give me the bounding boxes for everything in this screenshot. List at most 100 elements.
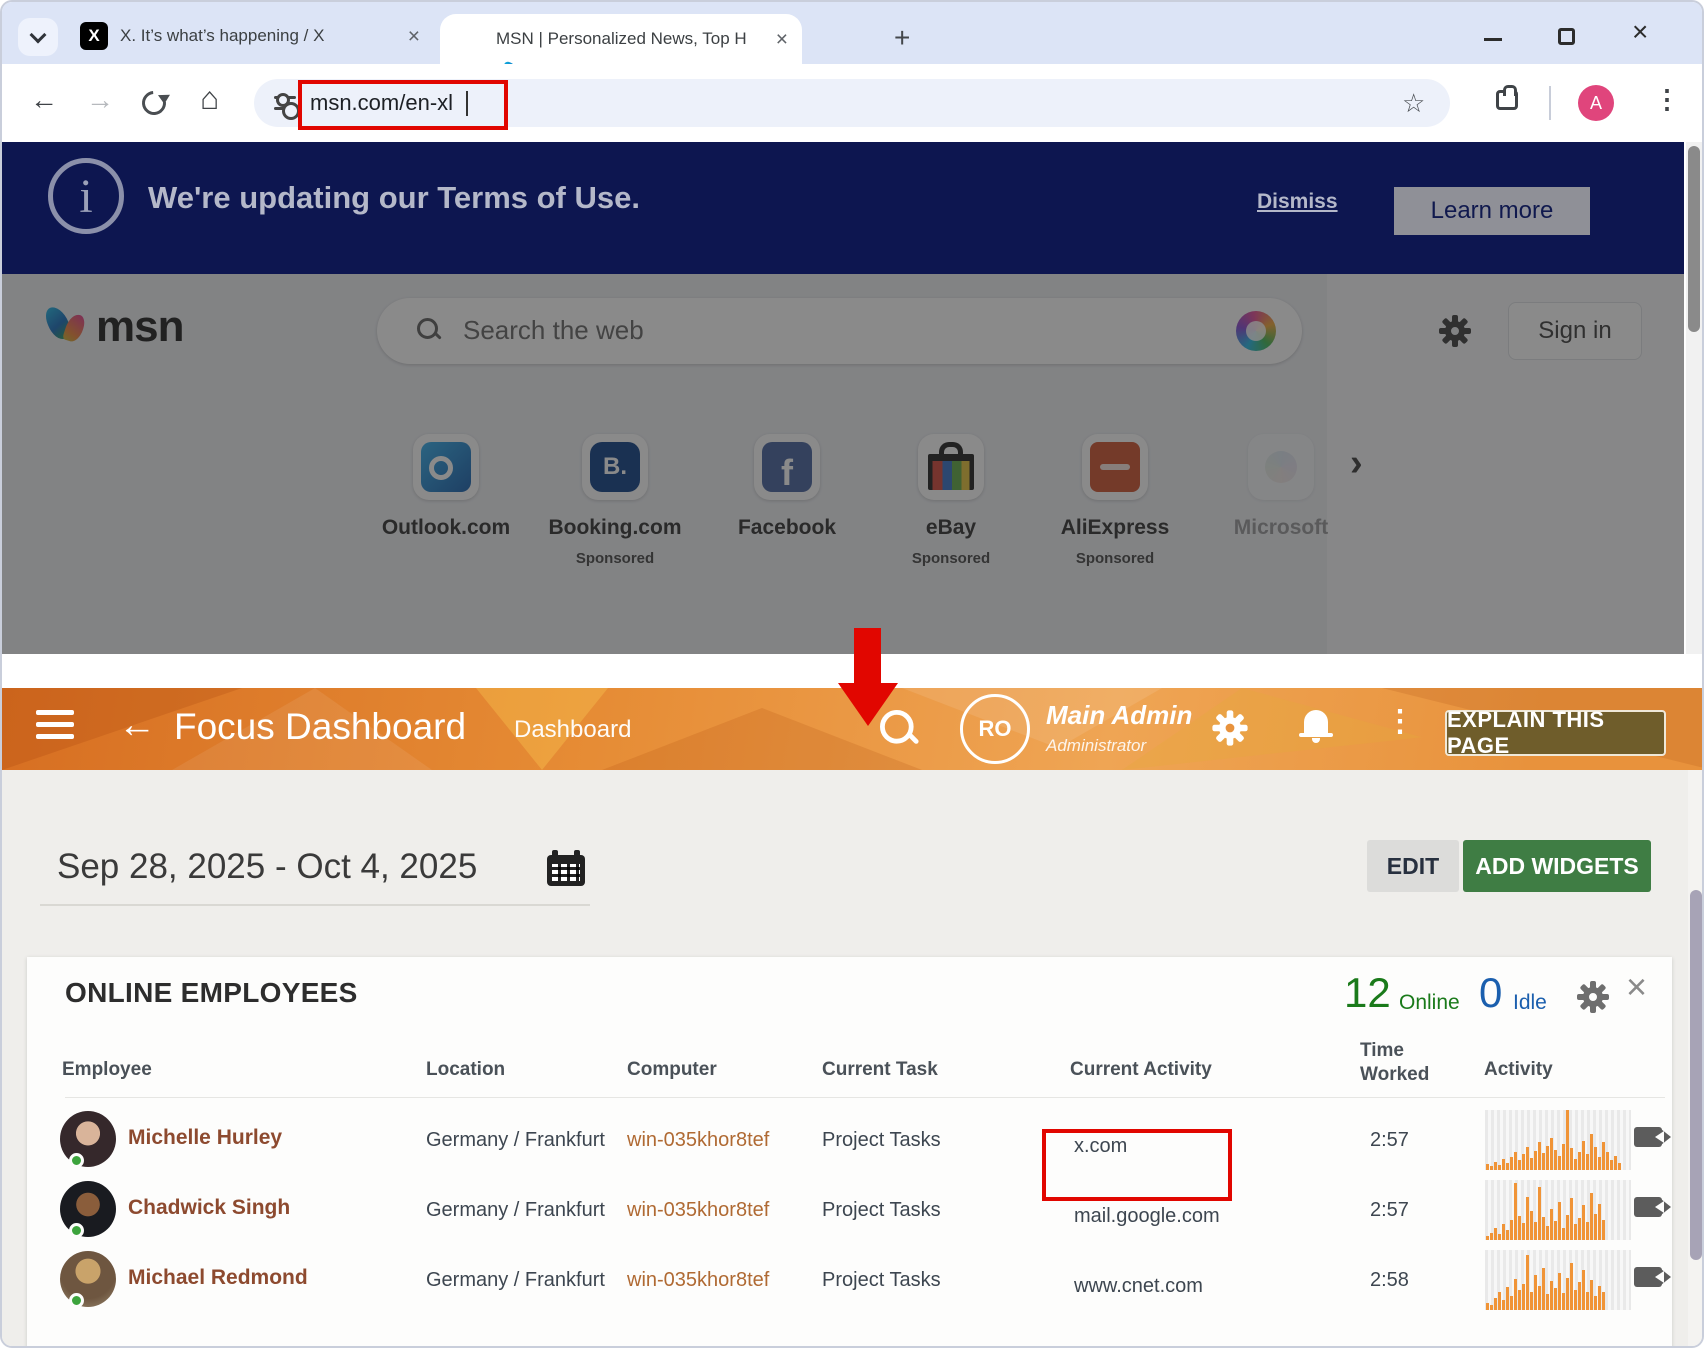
info-icon: i — [48, 158, 124, 234]
column-header: Location — [426, 1059, 505, 1081]
terms-banner: i We're updating our Terms of Use. Dismi… — [2, 142, 1684, 274]
annotation-red-box-url — [298, 80, 508, 130]
online-status-dot — [69, 1293, 84, 1308]
widget-title: ONLINE EMPLOYEES — [65, 977, 358, 1009]
learn-more-button[interactable]: Learn more — [1394, 187, 1590, 235]
activity-sparkline — [1485, 1250, 1631, 1310]
employee-location: Germany / Frankfurt — [426, 1199, 605, 1222]
time-worked: 2:58 — [1370, 1269, 1409, 1292]
idle-count: 0 — [1479, 969, 1502, 1017]
column-header: Activity — [1484, 1059, 1553, 1081]
online-count: 12 — [1344, 969, 1391, 1017]
employee-name[interactable]: Michelle Hurley — [128, 1126, 282, 1150]
calendar-icon[interactable] — [547, 850, 585, 886]
tab-strip: X X. It’s what’s happening / X × MSN | P… — [2, 2, 1704, 64]
column-header: Time Worked — [1360, 1039, 1445, 1087]
column-header: Current Activity — [1070, 1059, 1212, 1081]
browser-menu-icon[interactable]: ⋮ — [1654, 84, 1680, 115]
site-settings-icon[interactable] — [274, 93, 296, 113]
annotation-red-arrow — [854, 628, 881, 684]
bookmark-star-icon[interactable]: ☆ — [1402, 88, 1425, 119]
forward-icon[interactable]: → — [86, 86, 114, 114]
banner-message: We're updating our Terms of Use. — [148, 180, 640, 216]
current-activity: mail.google.com — [1074, 1205, 1220, 1228]
video-camera-icon[interactable] — [1634, 1127, 1662, 1147]
current-task: Project Tasks — [822, 1129, 941, 1152]
menu-hamburger-icon[interactable] — [36, 710, 74, 740]
back-arrow-icon[interactable]: ← — [118, 706, 156, 744]
edit-button[interactable]: EDIT — [1367, 840, 1459, 892]
maximize-button[interactable] — [1558, 28, 1575, 45]
dismiss-link[interactable]: Dismiss — [1257, 190, 1338, 214]
online-employees-widget: ONLINE EMPLOYEES 12 Online 0 Idle × Empl… — [27, 957, 1672, 1348]
employee-computer[interactable]: win-035khor8tef — [627, 1199, 769, 1222]
tab-title: X. It’s what’s happening / X — [120, 26, 324, 46]
table-row[interactable]: Michael Redmond Germany / Frankfurt win-… — [27, 1245, 1672, 1315]
table-row[interactable]: Michelle Hurley Germany / Frankfurt win-… — [27, 1105, 1672, 1175]
tab-title: MSN | Personalized News, Top H — [496, 29, 747, 49]
activity-sparkline — [1485, 1110, 1631, 1170]
minimize-button[interactable] — [1484, 38, 1502, 41]
tab-x[interactable]: X X. It’s what’s happening / X × — [70, 14, 430, 58]
explain-this-page-button[interactable]: EXPLAIN THIS PAGE — [1445, 710, 1666, 756]
employee-location: Germany / Frankfurt — [426, 1269, 605, 1292]
date-range-picker[interactable]: Sep 28, 2025 - Oct 4, 2025 — [57, 847, 477, 887]
online-label: Online — [1399, 991, 1460, 1015]
table-row[interactable]: Chadwick Singh Germany / Frankfurt win-0… — [27, 1175, 1672, 1245]
toolbar-divider — [1549, 86, 1551, 120]
activity-sparkline — [1485, 1180, 1631, 1240]
employee-location: Germany / Frankfurt — [426, 1129, 605, 1152]
user-avatar[interactable]: RO — [960, 694, 1030, 764]
idle-label: Idle — [1513, 991, 1547, 1015]
employee-computer[interactable]: win-035khor8tef — [627, 1269, 769, 1292]
screenshot-root: X X. It’s what’s happening / X × MSN | P… — [0, 0, 1704, 1348]
x-logo-icon: X — [80, 22, 108, 50]
dashboard-settings-gear-icon[interactable] — [1214, 712, 1247, 745]
tab-close-icon[interactable]: × — [408, 26, 420, 47]
annotation-red-arrow-head — [838, 683, 898, 726]
home-icon[interactable]: ⌂ — [200, 82, 219, 114]
tab-search-button[interactable] — [18, 18, 58, 56]
back-icon[interactable]: ← — [30, 86, 58, 114]
online-status-dot — [69, 1153, 84, 1168]
video-camera-icon[interactable] — [1634, 1267, 1662, 1287]
current-activity: www.cnet.com — [1074, 1275, 1203, 1298]
video-camera-icon[interactable] — [1634, 1197, 1662, 1217]
browser-scrollbar[interactable] — [1686, 142, 1702, 654]
dashboard-title: Focus Dashboard — [174, 706, 466, 748]
current-task: Project Tasks — [822, 1199, 941, 1222]
add-widgets-button[interactable]: ADD WIDGETS — [1463, 840, 1651, 892]
notifications-bell-icon[interactable] — [1299, 708, 1333, 742]
dashboard-scrollbar-thumb[interactable] — [1690, 890, 1702, 1260]
msn-page: msn Search the web Sign in B. f Outlook.… — [2, 274, 1684, 654]
time-worked: 2:57 — [1370, 1129, 1409, 1152]
tab-msn[interactable]: MSN | Personalized News, Top H × — [440, 14, 802, 64]
employee-name[interactable]: Michael Redmond — [128, 1266, 308, 1290]
user-name: Main Admin — [1046, 700, 1192, 731]
time-worked: 2:57 — [1370, 1199, 1409, 1222]
column-header: Computer — [627, 1059, 717, 1081]
online-status-dot — [69, 1223, 84, 1238]
dashboard-scrollbar[interactable] — [1688, 770, 1704, 1348]
browser-profile-avatar[interactable]: A — [1578, 85, 1614, 121]
employee-computer[interactable]: win-035khor8tef — [627, 1129, 769, 1152]
table-divider — [65, 1097, 1665, 1098]
column-header: Current Task — [822, 1059, 938, 1081]
chevron-down-icon — [30, 26, 47, 43]
page-dim-overlay — [2, 274, 1684, 654]
current-task: Project Tasks — [822, 1269, 941, 1292]
browser-scrollbar-thumb[interactable] — [1688, 146, 1700, 332]
new-tab-button[interactable]: + — [894, 24, 910, 52]
reload-icon[interactable] — [137, 86, 171, 120]
tab-close-icon[interactable]: × — [776, 29, 788, 50]
date-underline — [40, 904, 590, 906]
window-close-button[interactable]: × — [1632, 18, 1648, 46]
dashboard-subtitle: Dashboard — [514, 716, 631, 744]
employee-name[interactable]: Chadwick Singh — [128, 1196, 290, 1220]
extensions-icon[interactable] — [1496, 90, 1518, 110]
dashboard-menu-icon[interactable]: ⋮ — [1385, 704, 1415, 739]
widget-settings-gear-icon[interactable] — [1578, 982, 1608, 1012]
widget-close-icon[interactable]: × — [1626, 969, 1647, 1005]
user-role: Administrator — [1046, 736, 1146, 756]
column-header: Employee — [62, 1059, 152, 1081]
